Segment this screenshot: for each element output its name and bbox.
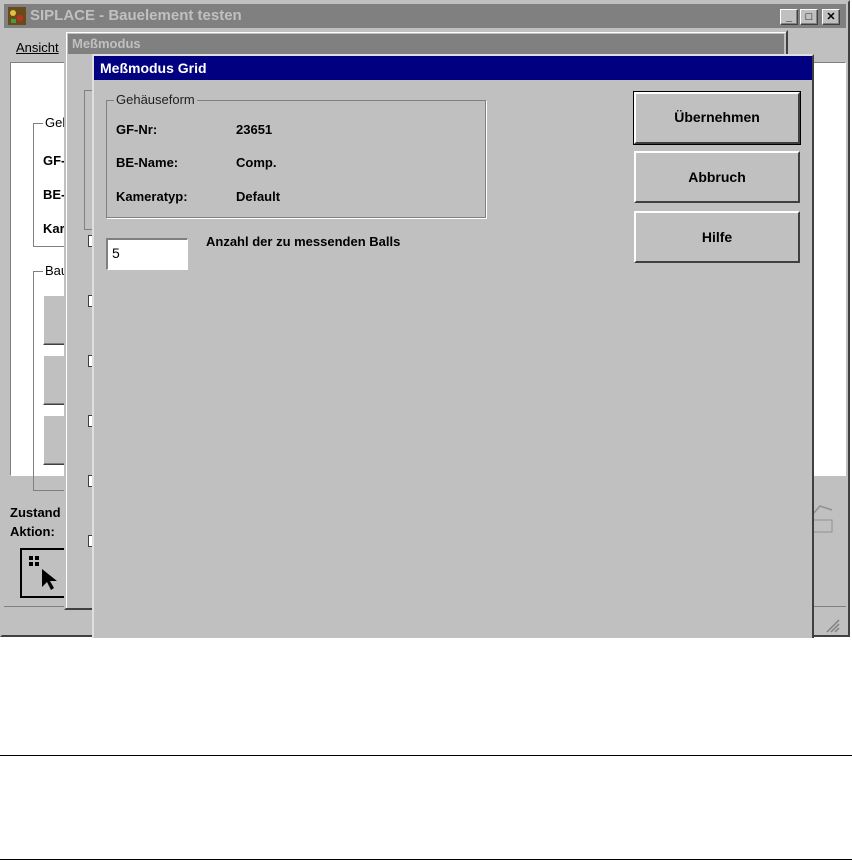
balls-input[interactable]: 5	[106, 238, 188, 270]
messmodus-title-bar[interactable]: Meßmodus	[68, 34, 784, 54]
hilfe-button[interactable]: Hilfe	[634, 211, 800, 263]
minimize-button[interactable]: _	[780, 9, 798, 25]
divider-line-2	[0, 859, 852, 860]
maximize-button[interactable]: □	[800, 9, 818, 25]
kameratyp-value: Default	[236, 189, 281, 204]
main-title-bar[interactable]: SIPLACE - Bauelement testen _ □ ✕	[4, 4, 846, 28]
grid-tool-button[interactable]	[20, 548, 70, 598]
messmodus-inner-frame	[84, 90, 92, 230]
close-button[interactable]: ✕	[822, 9, 840, 25]
kameratyp-label: Kameratyp:	[116, 189, 188, 204]
grid-cursor-icon	[26, 553, 66, 593]
balls-label: Anzahl der zu messenden Balls	[206, 234, 401, 249]
be-name-label: BE-Name:	[116, 155, 179, 170]
grid-dialog-title-bar[interactable]: Meßmodus Grid	[94, 56, 812, 80]
abbruch-button[interactable]: Abbruch	[634, 151, 800, 203]
gf-nr-label: GF-Nr:	[116, 122, 158, 137]
label-gf: GF-	[43, 153, 66, 168]
status-zustand: Zustand	[10, 505, 61, 520]
divider-line-1	[0, 755, 852, 756]
label-be: BE-	[43, 187, 66, 202]
grid-dialog-title: Meßmodus Grid	[100, 60, 207, 76]
label-kam: Kar	[43, 221, 65, 236]
messmodus-title: Meßmodus	[72, 36, 141, 51]
app-icon	[8, 7, 26, 25]
gehaeuseform-group-title: Gehäuseform	[114, 92, 197, 107]
be-name-value: Comp.	[236, 155, 277, 170]
status-aktion: Aktion:	[10, 524, 55, 539]
uebernehmen-button[interactable]: Übernehmen	[633, 91, 801, 145]
gf-nr-value: 23651	[236, 122, 273, 137]
main-window-title: SIPLACE - Bauelement testen	[30, 7, 242, 24]
grid-dialog: Meßmodus Grid Gehäuseform GF-Nr: 23651 B…	[92, 54, 814, 638]
resize-grip-icon[interactable]	[822, 615, 840, 633]
menu-ansicht[interactable]: Ansicht	[16, 40, 59, 55]
